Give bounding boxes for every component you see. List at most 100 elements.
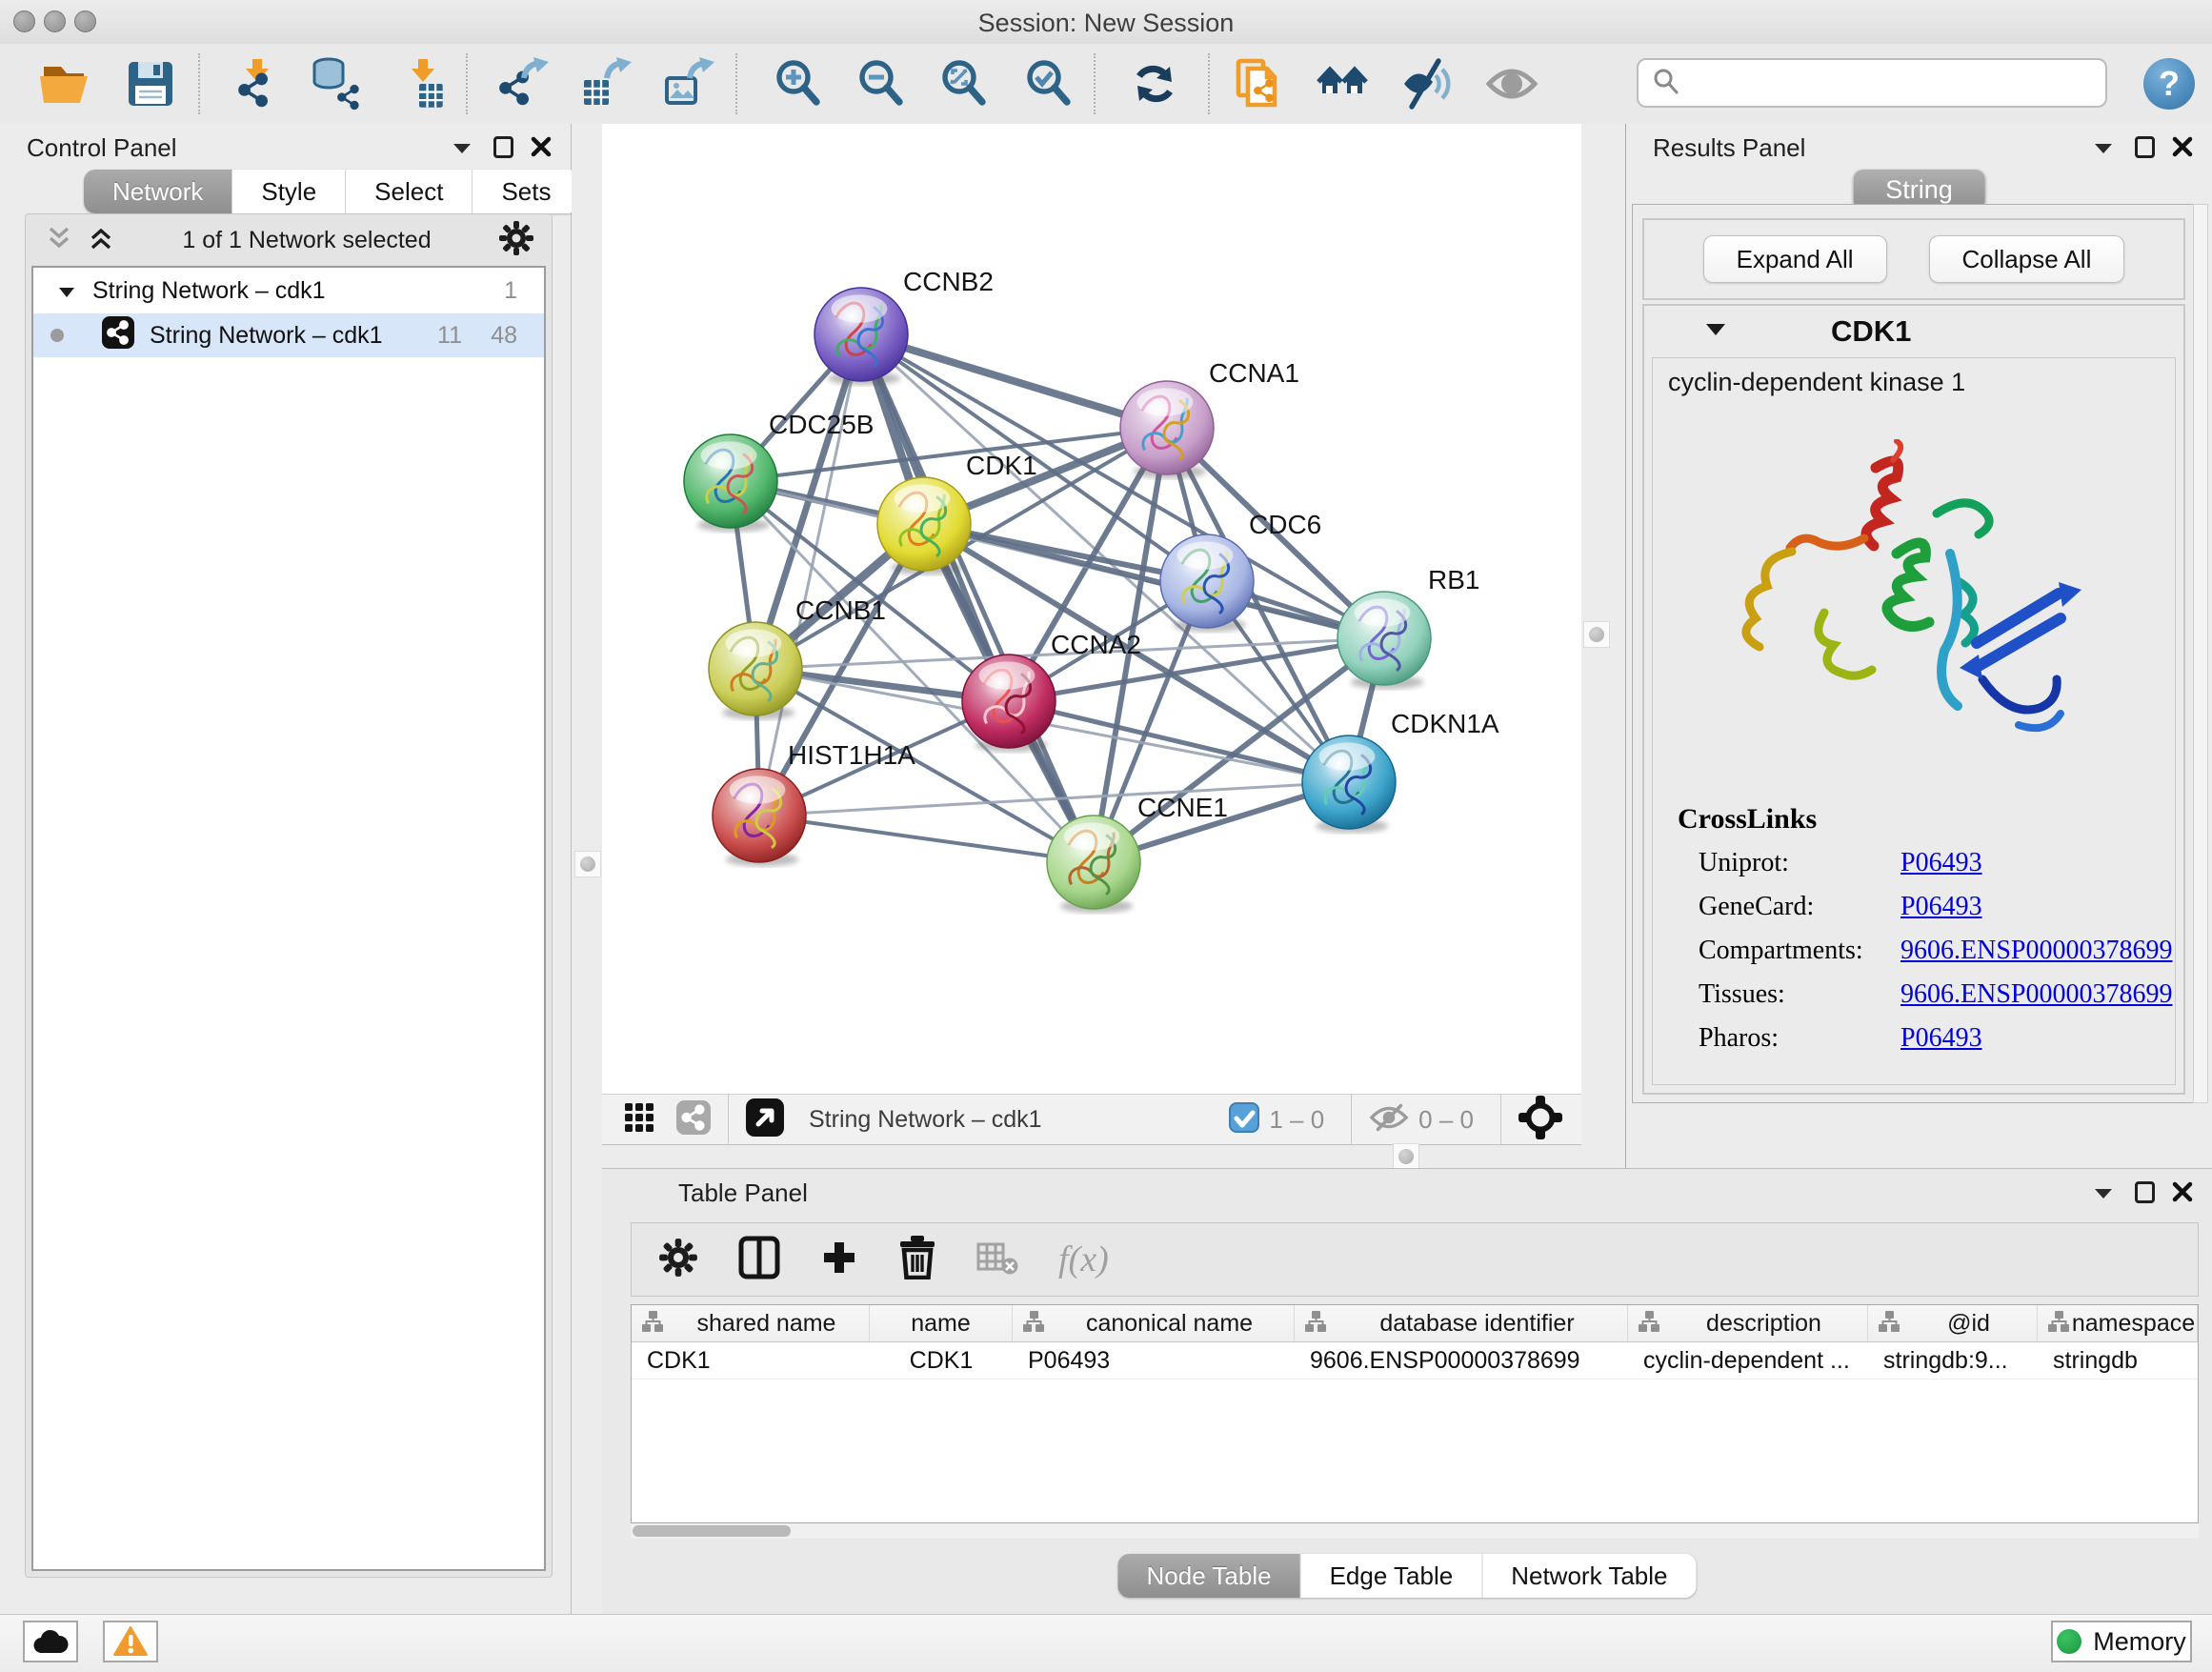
close-panel-icon[interactable] [531,136,552,162]
import-table-button[interactable] [395,55,451,112]
save-session-button[interactable] [123,55,178,112]
close-panel-icon[interactable] [2172,136,2193,162]
hide-graphics-details-button[interactable] [1399,55,1455,112]
network-node-RB1[interactable]: RB1 [1337,565,1479,689]
navigator-icon[interactable] [746,1098,784,1141]
cell-@id[interactable]: stringdb:9... [1868,1342,2038,1379]
tab-sets[interactable]: Sets [473,170,579,213]
tab-network[interactable]: Network [84,170,232,213]
section-collapse-icon[interactable] [1705,323,1726,341]
help-button[interactable]: ? [2143,58,2195,110]
fit-content-button[interactable] [937,55,993,112]
collapse-all-icon[interactable] [45,224,73,257]
crosslink-link[interactable]: 9606.ENSP00000378699 [1900,936,2172,966]
cell-name[interactable]: CDK1 [870,1342,1013,1379]
crosslink-link[interactable]: P06493 [1900,1023,1982,1054]
panel-menu-icon[interactable] [452,143,472,160]
bottom-splitter-handle[interactable] [1393,1143,1419,1170]
import-network-button[interactable] [230,55,285,112]
export-image-button[interactable] [662,55,717,112]
crosslink-link[interactable]: 9606.ENSP00000378699 [1900,979,2172,1010]
network-canvas[interactable]: CCNB2 CCNA1 CDC25B CDK1 CDC6 RB1 [602,124,1581,1094]
panel-menu-icon[interactable] [2094,1188,2113,1205]
column-header-shared-name[interactable]: shared name [632,1305,870,1341]
tab-select[interactable]: Select [346,170,473,213]
left-splitter-handle[interactable] [574,851,601,877]
crosshair-icon[interactable] [1518,1096,1562,1144]
tab-edge-table[interactable]: Edge Table [1301,1554,1483,1598]
cell-shared-name[interactable]: CDK1 [632,1342,870,1379]
right-splitter-handle[interactable] [1583,621,1610,648]
column-header-@id[interactable]: @id [1868,1305,2038,1341]
crosslink-link[interactable]: P06493 [1900,848,1982,878]
copy-network-button[interactable] [1232,55,1287,112]
hidden-eye-icon[interactable] [1369,1103,1409,1137]
export-network-button[interactable] [496,55,552,112]
results-scrollbar[interactable] [2193,204,2208,1103]
gene-section-header[interactable]: CDK1 [1644,306,2183,357]
cloud-button[interactable] [23,1621,78,1662]
collapse-all-button[interactable]: Collapse All [1929,235,2125,283]
bottom-splitter[interactable] [602,1145,1581,1168]
network-node-CCNA1[interactable]: CCNA1 [1120,358,1299,478]
table-horizontal-scrollbar[interactable] [631,1523,2199,1539]
add-column-icon[interactable] [820,1239,858,1281]
panel-menu-icon[interactable] [2094,143,2113,160]
close-panel-icon[interactable] [2172,1181,2193,1207]
show-columns-icon[interactable] [738,1236,780,1284]
column-header-database-identifier[interactable]: database identifier [1295,1305,1628,1341]
tree-expand-icon[interactable] [58,277,75,305]
network-node-CDKN1A[interactable]: CDKN1A [1302,709,1499,833]
float-panel-icon[interactable] [2135,136,2155,158]
expand-all-button[interactable]: Expand All [1703,235,1887,283]
open-session-button[interactable] [37,55,92,112]
share-view-icon[interactable] [676,1100,711,1139]
network-node-CCNE1[interactable]: CCNE1 [1047,793,1228,913]
gear-icon[interactable] [498,220,534,261]
network-node-HIST1H1A[interactable]: HIST1H1A [713,740,915,866]
export-table-button[interactable] [579,55,634,112]
tab-style[interactable]: Style [232,170,346,213]
right-splitter[interactable] [1581,124,1625,1168]
table-settings-gear-icon[interactable] [658,1238,698,1282]
column-header-description[interactable]: description [1628,1305,1868,1341]
network-node-CDC25B[interactable]: CDC25B [684,410,874,532]
left-splitter[interactable] [572,124,602,1614]
column-header-namespace[interactable]: namespace [2038,1305,2198,1341]
column-header-name[interactable]: name [870,1305,1013,1341]
network-collection-row[interactable]: String Network – cdk1 1 [33,268,544,313]
cell-description[interactable]: cyclin-dependent ... [1628,1342,1868,1379]
grid-view-icon[interactable] [625,1103,654,1137]
scrollbar-thumb[interactable] [633,1525,791,1537]
apply-layout-button[interactable] [1127,55,1182,112]
zoom-selected-button[interactable] [1022,55,1077,112]
zoom-in-button[interactable] [772,55,827,112]
float-panel-icon[interactable] [493,136,513,158]
selected-checkbox-icon[interactable] [1229,1102,1259,1138]
tab-network-table[interactable]: Network Table [1482,1554,1696,1598]
zoom-out-button[interactable] [855,55,910,112]
crosslink-link[interactable]: P06493 [1900,892,1982,922]
search-field[interactable] [1637,58,2107,108]
cell-database-identifier[interactable]: 9606.ENSP00000378699 [1295,1342,1628,1379]
import-network-database-button[interactable] [310,55,365,112]
tab-node-table[interactable]: Node Table [1118,1554,1301,1598]
string-network-graph[interactable]: CCNB2 CCNA1 CDC25B CDK1 CDC6 RB1 [602,124,1581,1094]
expand-all-icon[interactable] [87,224,115,257]
network-node-CDC6[interactable]: CDC6 [1160,510,1321,632]
table-row[interactable]: CDK1CDK1P064939606.ENSP00000378699cyclin… [632,1342,2198,1380]
search-input[interactable] [1690,63,2105,103]
show-graphics-details-button[interactable] [1484,55,1539,112]
collection-label: String Network – cdk1 [92,277,326,305]
cell-canonical-name[interactable]: P06493 [1013,1342,1295,1379]
memory-button[interactable]: Memory [2051,1621,2192,1662]
column-header-canonical-name[interactable]: canonical name [1013,1305,1295,1341]
network-node-CCNB1[interactable]: CCNB1 [709,595,886,719]
delete-row-trash-icon[interactable] [898,1236,936,1284]
string-home-button[interactable] [1316,55,1371,112]
warning-button[interactable] [103,1621,158,1662]
cell-namespace[interactable]: stringdb [2038,1342,2198,1379]
float-panel-icon[interactable] [2135,1181,2155,1203]
network-row-selected[interactable]: String Network – cdk1 11 48 [33,313,544,357]
network-node-CDK1[interactable]: CDK1 [877,451,1037,574]
